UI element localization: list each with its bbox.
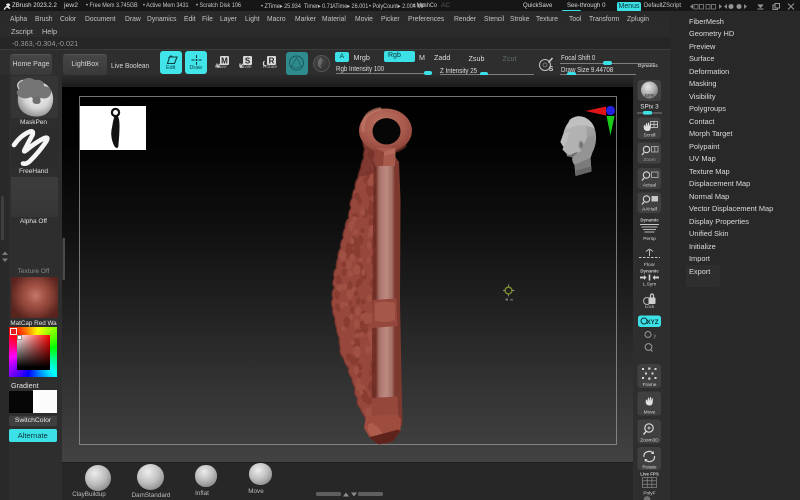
svg-text:Actual: Actual (643, 183, 656, 189)
svg-text:Zoom: Zoom (643, 157, 655, 163)
svg-text:Persp: Persp (643, 236, 656, 242)
svg-text:Scroll: Scroll (644, 133, 656, 139)
svg-text:S: S (549, 66, 554, 73)
svg-text:Move: Move (644, 410, 656, 416)
svg-text:Dynamic: Dynamic (640, 269, 659, 274)
svg-text:SPix 3: SPix 3 (640, 104, 659, 111)
svg-text:Dynamic: Dynamic (640, 218, 659, 223)
svg-text:PolyF: PolyF (643, 491, 655, 497)
svg-text:Lock: Lock (645, 304, 655, 309)
svg-text:Live FPS: Live FPS (640, 472, 659, 477)
svg-text:y: y (654, 334, 657, 340)
svg-text:Rotate: Rotate (642, 465, 656, 471)
svg-text:L.Sym: L.Sym (643, 282, 657, 288)
svg-text:Floor: Floor (644, 262, 655, 268)
svg-text:Frame: Frame (643, 382, 657, 388)
svg-text:AAHalf: AAHalf (642, 207, 658, 213)
svg-text:XYZ: XYZ (646, 319, 658, 326)
svg-text:BPR: BPR (645, 93, 655, 98)
svg-text:Zoom3D: Zoom3D (640, 438, 659, 444)
